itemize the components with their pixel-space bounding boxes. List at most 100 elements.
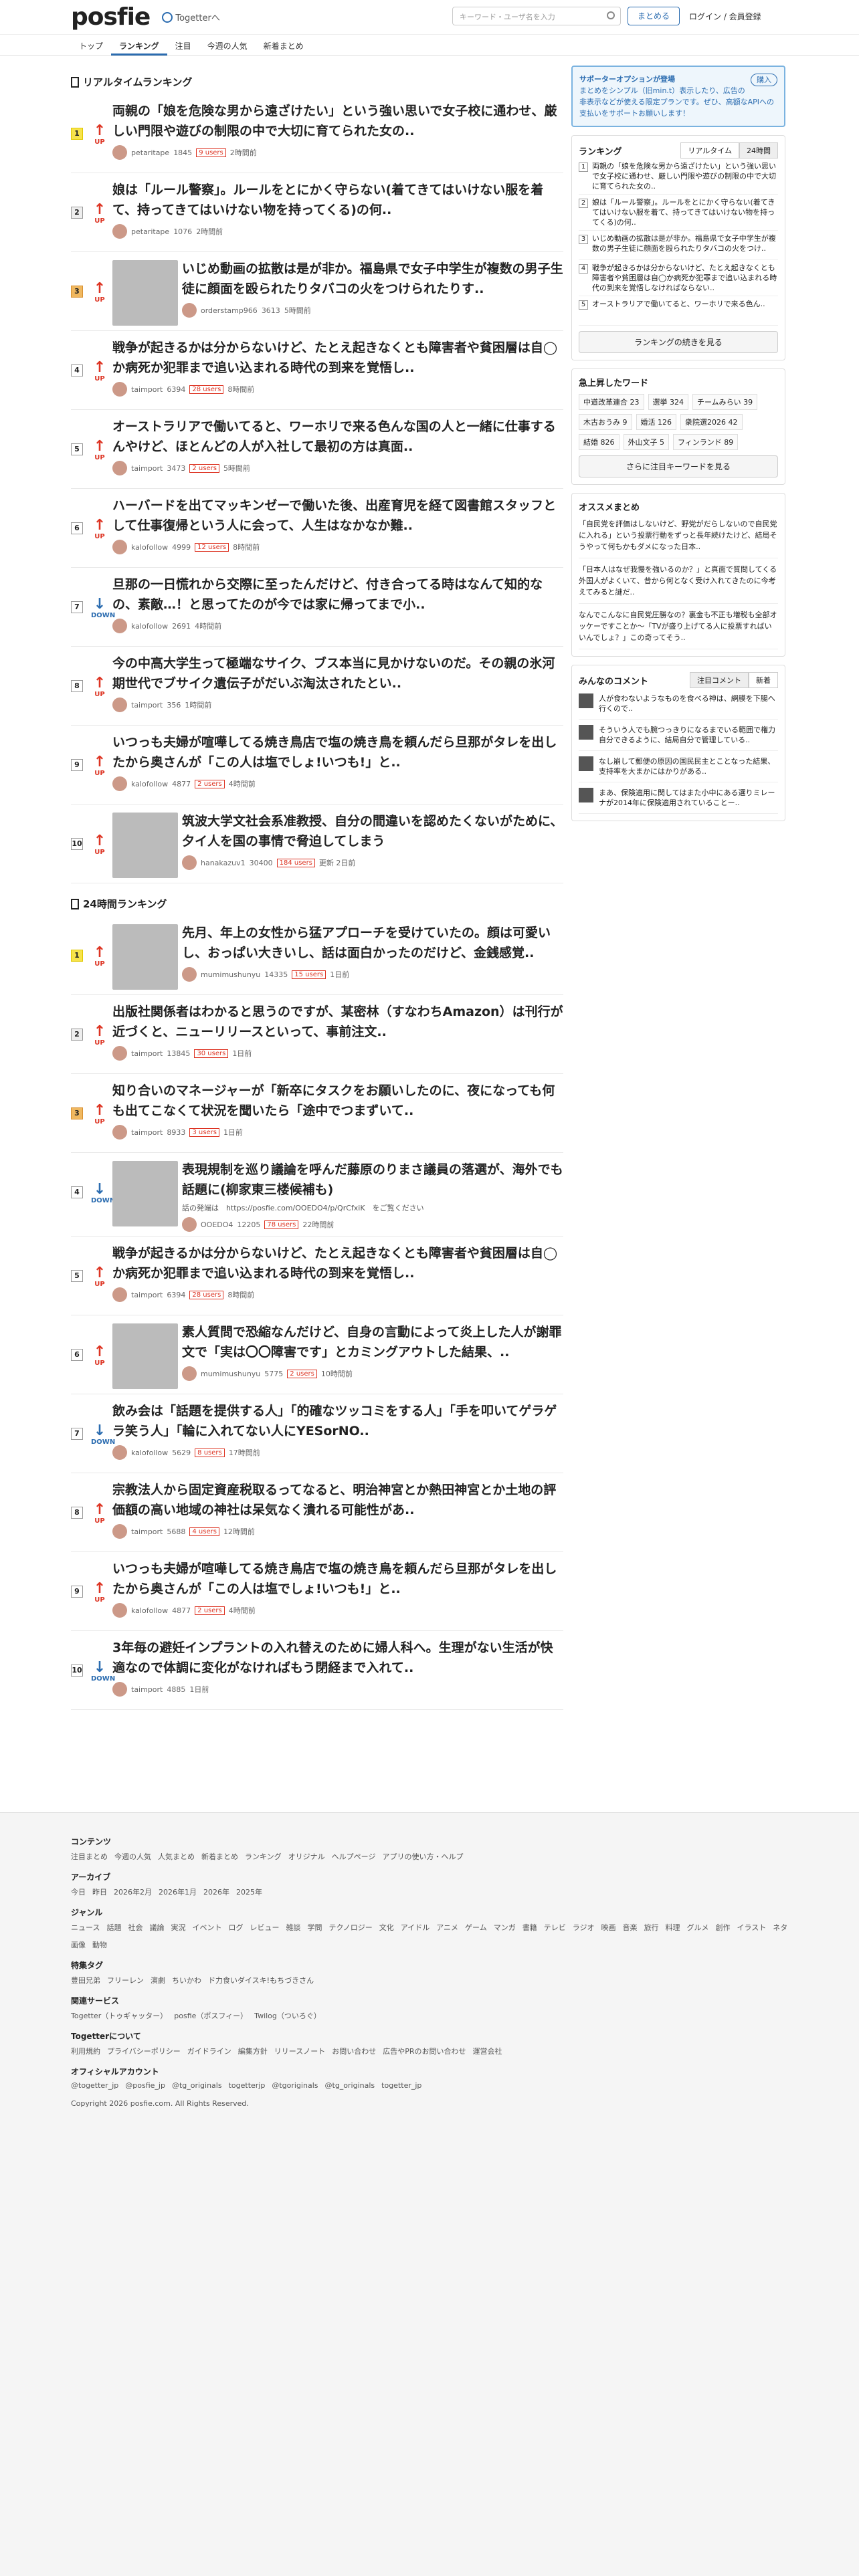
ranking-more-button[interactable]: ランキングの続きを見る xyxy=(579,331,778,353)
item-title[interactable]: 出版社関係者はわかると思うのですが、某密林（すなわちAmazon）は刊行が近づく… xyxy=(112,1002,563,1042)
list-item[interactable]: 1 ↑ UP 先月、年上の女性から猛アプローチを受けていたの。顔は可愛いし、おっぱい大… xyxy=(71,916,563,995)
users-badge[interactable]: 28 users xyxy=(189,385,224,394)
footer-link[interactable]: 今週の人気 xyxy=(114,1851,151,1862)
users-badge[interactable]: 30 users xyxy=(194,1049,229,1058)
users-badge[interactable]: 2 users xyxy=(189,463,219,473)
user-name[interactable]: orderstamp966 xyxy=(201,306,258,315)
avatar[interactable] xyxy=(112,1445,127,1460)
footer-link[interactable]: お問い合わせ xyxy=(332,2046,376,2056)
footer-link[interactable]: アイドル xyxy=(401,1922,430,1933)
avatar[interactable] xyxy=(112,145,127,160)
footer-link[interactable]: ゲーム xyxy=(465,1922,487,1933)
side-ranking-item[interactable]: 3 いじめ動画の拡散は是が非か。福島県で女子中学生が複数の男子生徒に顔面を殴られた… xyxy=(579,231,778,260)
list-item[interactable]: 2 ↑ UP 娘は「ルール警察」。ルールをとにかく守らない(着てきてはいけない服を着て… xyxy=(71,173,563,252)
user-name[interactable]: kalofollow xyxy=(131,1448,168,1457)
users-badge[interactable]: 4 users xyxy=(189,1527,219,1536)
footer-link[interactable]: 2026年2月 xyxy=(114,1887,152,1897)
footer-link[interactable]: posfie（ポスフィー） xyxy=(174,2010,248,2021)
footer-link[interactable]: 書籍 xyxy=(522,1922,537,1933)
avatar[interactable] xyxy=(112,619,127,633)
footer-link[interactable]: Togetter（トゥギャッター） xyxy=(71,2010,167,2021)
keyword-tag[interactable]: 中道改革連合 23 xyxy=(579,394,644,410)
list-item[interactable]: 6 ↑ UP 素人質問で恐縮なんだけど、自身の言動によって炎上した人が謝罪文で「実は〇… xyxy=(71,1315,563,1394)
tab-new[interactable]: 新着まとめ xyxy=(256,35,312,56)
users-badge[interactable]: 9 users xyxy=(196,148,226,157)
item-title[interactable]: 先月、年上の女性から猛アプローチを受けていたの。顔は可愛いし、おっぱい大きいし、… xyxy=(182,923,563,963)
footer-link[interactable]: ランキング xyxy=(245,1851,282,1862)
avatar[interactable] xyxy=(182,967,197,982)
list-item[interactable]: 6 ↑ UP ハーバードを出てマッキンゼーで働いた後、出産育児を経て図書館スタッフとし… xyxy=(71,489,563,568)
user-name[interactable]: taimport xyxy=(131,385,163,394)
footer-link[interactable]: ガイドライン xyxy=(187,2046,231,2056)
footer-link[interactable]: togetter_jp xyxy=(381,2081,421,2090)
users-badge[interactable]: 15 users xyxy=(292,970,326,979)
thumbnail-image[interactable] xyxy=(112,813,178,878)
comment-item[interactable]: まあ、保険適用に関してはまた小中にある選りミレーナが2014年に保険適用されてい… xyxy=(579,782,778,814)
footer-link[interactable]: フリーレン xyxy=(107,1975,144,1985)
footer-link[interactable]: ヘルプページ xyxy=(332,1851,376,1862)
footer-link[interactable]: オリジナル xyxy=(288,1851,325,1862)
footer-link[interactable]: 話題 xyxy=(106,1922,121,1933)
list-item[interactable]: 7 ↓ DOWN 飲み会は「話題を提供する人」「的確なツッコミをする人」「手を叩いてゲ… xyxy=(71,1394,563,1473)
user-name[interactable]: mumimushunyu xyxy=(201,1370,260,1378)
keyword-tag[interactable]: チームみらい 39 xyxy=(692,394,758,410)
footer-link[interactable]: 2026年1月 xyxy=(159,1887,197,1897)
footer-link[interactable]: レビュー xyxy=(250,1922,279,1933)
tab-top[interactable]: トップ xyxy=(71,35,111,56)
user-name[interactable]: taimport xyxy=(131,1685,163,1694)
tab-featured[interactable]: 注目 xyxy=(167,35,199,56)
login-link[interactable]: ログイン / 会員登録 xyxy=(689,11,761,22)
item-title[interactable]: ハーバードを出てマッキンゼーで働いた後、出産育児を経て図書館スタッフとして仕事復… xyxy=(112,496,563,536)
footer-link[interactable]: 2025年 xyxy=(236,1887,262,1897)
list-item[interactable]: 1 ↑ UP 両親の「娘を危険な男から遠ざけたい」という強い思いで女子校に通わせ、厳し… xyxy=(71,94,563,173)
user-name[interactable]: kalofollow xyxy=(131,780,168,788)
footer-link[interactable]: マンガ xyxy=(494,1922,516,1933)
footer-link[interactable]: 創作 xyxy=(715,1922,730,1933)
tab-new-comments[interactable]: 新着 xyxy=(749,672,778,688)
item-title[interactable]: 知り合いのマネージャーが「新卒にタスクをお願いしたのに、夜になっても何も出てこな… xyxy=(112,1081,563,1121)
list-item[interactable]: 2 ↑ UP 出版社関係者はわかると思うのですが、某密林（すなわちAmazon）は刊行… xyxy=(71,995,563,1074)
users-badge[interactable]: 2 users xyxy=(195,779,225,788)
list-item[interactable]: 3 ↑ UP 知り合いのマネージャーが「新卒にタスクをお願いしたのに、夜になっても何も… xyxy=(71,1074,563,1153)
item-title[interactable]: オーストラリアで働いてると、ワーホリで来る色んな国の人と一緒に仕事するんやけど、… xyxy=(112,417,563,457)
list-item[interactable]: 4 ↑ UP 戦争が起きるかは分からないけど、たとえ起きなくとも障害者や貧困層は自◯か… xyxy=(71,331,563,410)
footer-link[interactable]: @togetter_jp xyxy=(71,2081,118,2090)
avatar[interactable] xyxy=(112,1603,127,1618)
footer-link[interactable]: 今日 xyxy=(71,1887,86,1897)
footer-link[interactable]: 利用規約 xyxy=(71,2046,100,2056)
avatar[interactable] xyxy=(112,1524,127,1539)
users-badge[interactable]: 28 users xyxy=(189,1290,224,1299)
list-item[interactable]: 4 ↓ DOWN 表現規制を巡り議論を呼んだ藤原のりまさ議員の落選が、海外でも話題に(… xyxy=(71,1153,563,1237)
users-badge[interactable]: 12 users xyxy=(195,542,229,552)
footer-link[interactable]: 広告やPRのお問い合わせ xyxy=(383,2046,466,2056)
side-ranking-item[interactable]: 5 オーストラリアで働いてると、ワーホリで来る色ん.. xyxy=(579,296,778,326)
footer-link[interactable]: ログ xyxy=(228,1922,243,1933)
footer-link[interactable]: グルメ xyxy=(686,1922,708,1933)
footer-link[interactable]: 学問 xyxy=(307,1922,322,1933)
side-ranking-item[interactable]: 4 戦争が起きるかは分からないけど、たとえ起きなくとも障害者や貧困層は自◯か病死か… xyxy=(579,260,778,296)
user-name[interactable]: kalofollow xyxy=(131,1606,168,1615)
list-item[interactable]: 9 ↑ UP いつっも夫婦が喧嘩してる焼き鳥店で塩の焼き鳥を頼んだら旦那がタレを出した… xyxy=(71,726,563,804)
avatar[interactable] xyxy=(112,224,127,239)
avatar[interactable] xyxy=(112,382,127,397)
recommended-item[interactable]: なんでこんなに自民党圧勝なの？裏金も不正も増税も全部オッケーですことか〜「TVが… xyxy=(579,604,778,649)
footer-link[interactable]: 音楽 xyxy=(622,1922,637,1933)
site-logo[interactable]: posfie xyxy=(71,3,151,31)
footer-link[interactable]: 雑談 xyxy=(286,1922,300,1933)
footer-link[interactable]: 文化 xyxy=(379,1922,394,1933)
list-item[interactable]: 8 ↑ UP 宗教法人から固定資産税取るってなると、明治神宮とか熱田神宮とか土地の評価… xyxy=(71,1473,563,1552)
footer-link[interactable]: 議論 xyxy=(149,1922,164,1933)
side-ranking-item[interactable]: 2 娘は「ルール警察」。ルールをとにかく守らない(着てきてはいけない服を着て、持っ… xyxy=(579,195,778,231)
avatar[interactable] xyxy=(112,1125,127,1140)
tab-weekly[interactable]: 今週の人気 xyxy=(199,35,256,56)
footer-link[interactable]: 動物 xyxy=(92,1939,107,1950)
supporter-banner[interactable]: サポーターオプションが登場 購入 まとめをシンプル（旧min.t）表示したり、広… xyxy=(571,66,785,127)
footer-link[interactable]: 映画 xyxy=(601,1922,615,1933)
footer-link[interactable]: Twilog（ついろぐ） xyxy=(254,2010,321,2021)
footer-link[interactable]: 社会 xyxy=(128,1922,142,1933)
item-title[interactable]: 素人質問で恐縮なんだけど、自身の言動によって炎上した人が謝罪文で「実は〇〇障害で… xyxy=(182,1322,563,1362)
users-badge[interactable]: 3 users xyxy=(189,1128,219,1137)
side-ranking-item[interactable]: 1 両親の「娘を危険な男から遠ざけたい」という強い思いで女子校に通わせ、厳しい門限… xyxy=(579,158,778,195)
tab-24h[interactable]: 24時間 xyxy=(739,142,778,158)
keyword-tag[interactable]: 婚活 126 xyxy=(636,414,676,430)
